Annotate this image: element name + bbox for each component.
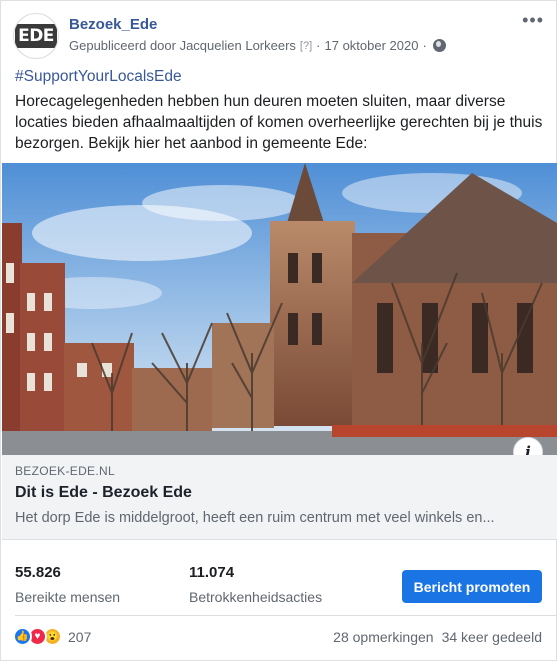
facebook-post: EDE Bezoek_Ede Gepubliceerd door Jacquel… (0, 0, 557, 661)
page-avatar[interactable]: EDE (13, 13, 59, 59)
link-preview-image[interactable]: i (2, 163, 557, 455)
divider (15, 615, 556, 616)
engagement-stat: 11.074 Betrokkenheidsacties (189, 564, 322, 605)
reach-value: 55.826 (15, 564, 61, 581)
avatar-logo-text: EDE (15, 24, 57, 48)
page-name-link[interactable]: Bezoek_Ede (69, 16, 157, 33)
meta-separator-2: · (422, 38, 427, 53)
reach-stat: 55.826 Bereikte mensen (15, 564, 120, 605)
engagement-value: 11.074 (189, 564, 235, 581)
reaction-count: 207 (68, 628, 92, 645)
link-preview[interactable]: BEZOEK-EDE.NL Dit is Ede - Bezoek Ede He… (2, 455, 557, 540)
post-text: Horecagelegenheden hebben hun deuren moe… (15, 93, 543, 152)
like-reaction-icon: 👍 (13, 627, 32, 646)
promote-post-button[interactable]: Bericht promoten (402, 570, 542, 603)
post-date[interactable]: 17 oktober 2020 (325, 38, 419, 53)
church-photo (2, 163, 557, 455)
link-description: Het dorp Ede is middelgroot, heeft een r… (15, 510, 495, 526)
reactions-summary[interactable]: 👍 ♥ 😮 207 (13, 627, 91, 646)
reach-label: Bereikte mensen (15, 589, 121, 605)
meta-separator: · (316, 38, 321, 53)
more-options-icon[interactable]: ••• (522, 11, 544, 29)
shares-count-link[interactable]: 34 keer gedeeld (442, 629, 542, 645)
comments-count-link[interactable]: 28 opmerkingen (333, 629, 433, 645)
post-meta: Gepubliceerd door Jacquelien Lorkeers [?… (69, 38, 446, 53)
published-by: Gepubliceerd door Jacquelien Lorkeers (69, 38, 296, 53)
link-domain: BEZOEK-EDE.NL (15, 464, 115, 478)
globe-icon (432, 39, 446, 52)
help-mark[interactable]: [?] (300, 40, 312, 52)
hashtag-link[interactable]: #SupportYourLocalsEde (15, 68, 182, 86)
link-title[interactable]: Dit is Ede - Bezoek Ede (15, 484, 192, 502)
engagement-counts: 28 opmerkingen 34 keer gedeeld (333, 629, 542, 645)
engagement-label: Betrokkenheidsacties (189, 589, 323, 605)
